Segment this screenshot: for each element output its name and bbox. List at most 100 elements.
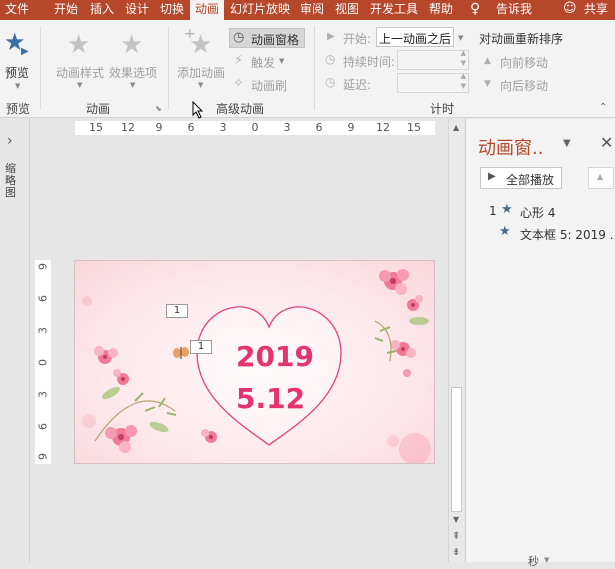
leaf-icon (149, 421, 169, 433)
tab-file[interactable]: 文件 (0, 0, 34, 20)
add-animation-button[interactable]: 添加动画 (177, 64, 225, 81)
leaf-icon (409, 317, 429, 325)
collapse-ribbon-icon[interactable]: ⌃ (599, 102, 607, 113)
play-all-button[interactable]: ▶ 全部播放 (480, 167, 562, 189)
tell-me-search[interactable]: 告诉我 (492, 0, 536, 20)
flower-icon (201, 429, 217, 443)
flower-icon (379, 269, 409, 295)
preview-button-label: 预览 (5, 66, 30, 80)
bokeh-icon (399, 433, 431, 463)
tab-design[interactable]: 设计 (121, 0, 153, 20)
tab-animations[interactable]: 动画 (190, 0, 224, 20)
flower-icon (407, 295, 423, 311)
slide-year-text[interactable]: 2019 (236, 341, 314, 373)
stepper-up-icon[interactable]: ▲ (461, 72, 466, 80)
user-icon: ☺ (563, 1, 577, 16)
ruler-tick: 3 (283, 121, 291, 134)
ruler-tick: 3 (36, 391, 50, 398)
scroll-thumb[interactable] (451, 387, 462, 512)
dialog-launcher-icon[interactable]: ⬊ (155, 104, 162, 113)
tab-help[interactable]: 帮助 (425, 0, 457, 20)
pane-move-up-button[interactable]: ▲ (588, 167, 614, 189)
arrow-up-icon: ▲ (484, 56, 491, 66)
ruler-tick: 12 (376, 121, 390, 134)
leaf-icon (102, 386, 120, 400)
ruler-tick: 3 (219, 121, 227, 134)
flower-bud-icon (403, 369, 411, 377)
vertical-ruler: 9 6 3 0 3 6 9 (35, 260, 51, 464)
scroll-up-icon[interactable]: ▲ (453, 123, 459, 132)
ruler-tick: 9 (347, 121, 355, 134)
next-slide-icon[interactable]: ⇟ (452, 547, 460, 558)
ruler-tick: 12 (121, 121, 135, 134)
animation-styles-star-icon: ★ (67, 30, 91, 60)
ruler-tick: 6 (187, 121, 195, 134)
move-earlier-button[interactable]: 向前移动 (500, 54, 548, 71)
clock-icon: ◷ (325, 52, 336, 66)
mouse-cursor-icon (192, 101, 204, 119)
ruler-tick: 15 (407, 121, 421, 134)
share-button[interactable]: 共享 (580, 0, 612, 20)
start-play-icon: ▶ (327, 31, 335, 42)
move-later-button[interactable]: 向后移动 (500, 77, 548, 94)
slide[interactable]: 2019 5.12 1 1 (74, 260, 435, 464)
tab-review[interactable]: 审阅 (296, 0, 328, 20)
tab-slideshow[interactable]: 幻灯片放映 (227, 0, 293, 20)
divider (40, 26, 41, 110)
stepper-up-icon[interactable]: ▲ (461, 49, 466, 57)
animation-painter-button[interactable]: 动画刷 (251, 77, 287, 94)
animation-pane-icon: ◷ (233, 30, 245, 45)
flower-icon (390, 340, 416, 358)
tab-transitions[interactable]: 切换 (156, 0, 188, 20)
duration-label: 持续时间: (343, 55, 396, 69)
reorder-title: 对动画重新排序 (479, 32, 564, 46)
expand-chevron-icon[interactable]: › (7, 133, 13, 149)
animation-styles-button[interactable]: 动画样式 (56, 64, 104, 81)
delay-clock-icon: ◷ (325, 75, 336, 89)
lightning-icon: ⚡ (234, 53, 244, 68)
ruler-tick: 0 (251, 121, 259, 134)
slide-date-text[interactable]: 5.12 (236, 383, 305, 415)
delay-stepper[interactable]: ▲ ▼ (397, 72, 469, 93)
chevron-down-icon: ▼ (198, 81, 204, 89)
animation-list-item[interactable]: ★ 文本框 5: 2019 ... (486, 225, 615, 243)
tab-view[interactable]: 视图 (331, 0, 363, 20)
stepper-down-icon[interactable]: ▼ (461, 59, 466, 67)
animation-tag-text: 1 (190, 340, 212, 354)
close-icon[interactable]: ✕ (600, 133, 613, 152)
pane-options-chevron-icon[interactable]: ▼ (563, 138, 571, 149)
tab-home[interactable]: 开始 (50, 0, 82, 20)
animation-item-index: 1 (489, 204, 497, 218)
tab-developer[interactable]: 开发工具 (366, 0, 422, 20)
previous-slide-icon[interactable]: ⇞ (452, 531, 460, 542)
ruler-tick: 3 (36, 327, 50, 334)
ruler-tick: 9 (155, 121, 163, 134)
ruler-tick: 0 (36, 359, 50, 366)
start-dropdown[interactable]: 上一动画之后 (376, 27, 454, 47)
ruler-tick: 9 (36, 263, 50, 270)
stepper-down-icon[interactable]: ▼ (461, 82, 466, 90)
ruler-tick: 15 (89, 121, 103, 134)
animation-list-item[interactable]: 1 ★ 心形 4 (486, 202, 615, 221)
chevron-down-icon: ▼ (279, 57, 285, 65)
tab-insert[interactable]: 插入 (86, 0, 118, 20)
group-label-advanced: 高级动画 (216, 102, 265, 116)
chevron-down-icon: ▼ (77, 81, 83, 89)
trigger-button[interactable]: 触发 (251, 54, 275, 71)
animation-pane-button[interactable]: ◷ 动画窗格 (229, 28, 305, 48)
start-dropdown-value: 上一动画之后 (379, 32, 452, 46)
flower-icon (113, 369, 129, 385)
thumbnail-strip-collapsed[interactable]: › 缩略图 (0, 119, 30, 562)
vertical-scrollbar[interactable]: ▲ ▼ ⇞ ⇟ (448, 119, 464, 562)
ruler-tick: 9 (36, 453, 50, 460)
chevron-down-icon: ▼ (130, 81, 136, 89)
painter-icon: ✧ (233, 76, 244, 91)
group-label-animation: 动画 (86, 102, 111, 116)
thumbnails-label: 缩略图 (5, 162, 16, 199)
chevron-down-icon[interactable]: ▼ (544, 556, 549, 564)
animation-pane: 动画窗.. ▼ ✕ ▶ 全部播放 ▲ 1 ★ 心形 4 ★ 文本框 5: 201… (465, 119, 615, 568)
effect-options-button[interactable]: 效果选项 (109, 64, 157, 81)
chevron-down-icon[interactable]: ▼ (458, 34, 463, 42)
scroll-down-icon[interactable]: ▼ (453, 515, 459, 524)
duration-stepper[interactable]: ▲ ▼ (397, 49, 469, 70)
